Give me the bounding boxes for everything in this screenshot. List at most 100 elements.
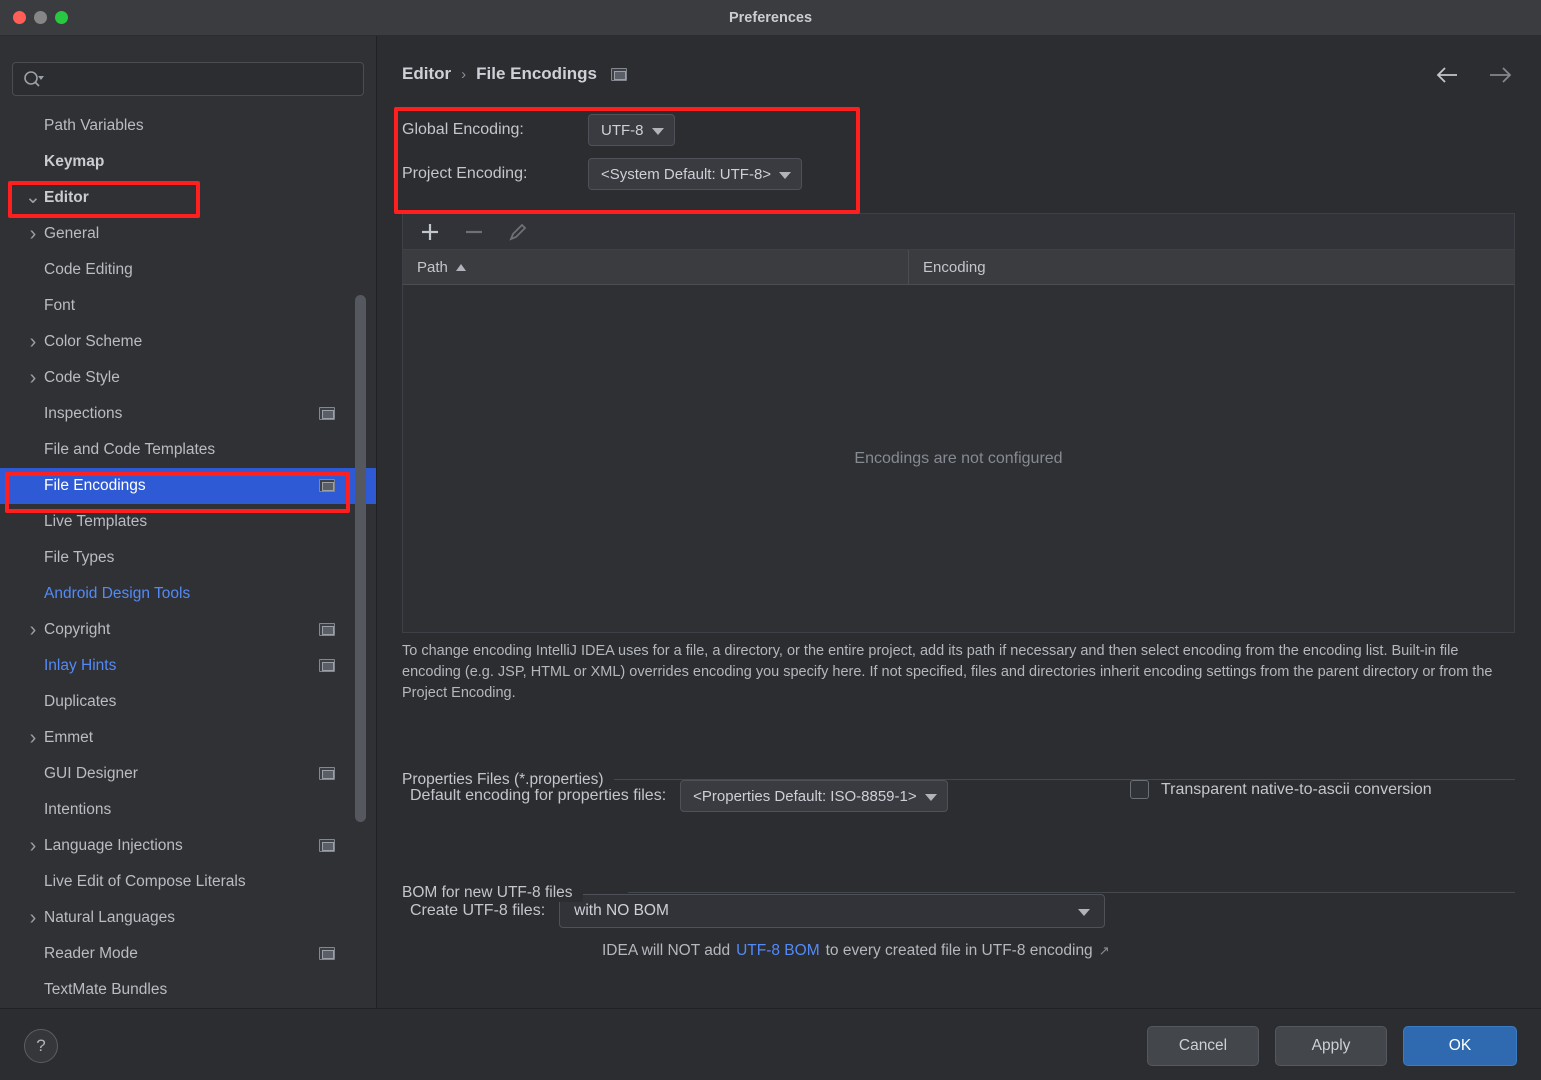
chevron-right-icon[interactable]: › xyxy=(22,728,44,748)
sidebar-item-duplicates[interactable]: Duplicates xyxy=(0,684,376,720)
create-utf8-files-value: with NO BOM xyxy=(574,902,669,919)
sidebar-item-reader-mode[interactable]: Reader Mode xyxy=(0,936,376,972)
sidebar-item-font[interactable]: Font xyxy=(0,288,376,324)
sidebar-item-intentions[interactable]: Intentions xyxy=(0,792,376,828)
search-input[interactable] xyxy=(53,63,355,95)
project-encoding-row: Project Encoding: <System Default: UTF-8… xyxy=(402,152,872,196)
sidebar-item-copyright[interactable]: › Copyright xyxy=(0,612,376,648)
edit-pencil-icon[interactable] xyxy=(507,221,529,243)
sidebar-item-label: Emmet xyxy=(44,729,94,746)
ok-button[interactable]: OK xyxy=(1403,1026,1517,1066)
sidebar-item-editor[interactable]: ⌄ Editor xyxy=(0,180,376,216)
remove-button-icon[interactable] xyxy=(463,221,485,243)
sidebar-item-label: Copyright xyxy=(44,621,111,638)
window-title: Preferences xyxy=(728,10,813,26)
breadcrumb-current: File Encodings xyxy=(476,64,598,83)
chevron-right-icon[interactable]: › xyxy=(22,620,44,640)
chevron-down-icon[interactable]: ⌄ xyxy=(22,188,44,207)
sidebar-item-android-design-tools[interactable]: Android Design Tools xyxy=(0,576,376,612)
sidebar-item-code-style[interactable]: › Code Style xyxy=(0,360,376,396)
sidebar-item-live-templates[interactable]: Live Templates xyxy=(0,504,376,540)
sidebar-item-natural-languages[interactable]: › Natural Languages xyxy=(0,900,376,936)
sidebar-item-inlay-hints[interactable]: Inlay Hints xyxy=(0,648,376,684)
sidebar-item-label: Font xyxy=(44,297,76,314)
bom-section-divider xyxy=(628,892,1515,893)
sidebar-item-file-types[interactable]: File Types xyxy=(0,540,376,576)
encodings-table-header: Path Encoding xyxy=(402,249,1515,285)
sidebar-item-label: Language Injections xyxy=(44,837,183,854)
settings-tree: Path Variables Keymap ⌄ Editor › General Code … xyxy=(0,108,376,1008)
apply-button[interactable]: Apply xyxy=(1275,1026,1387,1066)
create-utf8-files-dropdown[interactable]: with NO BOM xyxy=(559,894,1106,928)
chevron-right-icon[interactable]: › xyxy=(22,368,44,388)
sidebar-scrollbar-thumb[interactable] xyxy=(355,295,366,822)
forward-arrow-icon[interactable] xyxy=(1487,62,1513,88)
bom-note: IDEA will NOT add UTF-8 BOM to every cre… xyxy=(602,942,1110,960)
column-header-path-label: Path xyxy=(417,258,448,276)
default-properties-encoding-dropdown[interactable]: <Properties Default: ISO-8859-1> xyxy=(680,780,948,812)
encodings-table-body[interactable]: Encodings are not configured xyxy=(402,285,1515,633)
sidebar-item-label: Reader Mode xyxy=(44,945,138,962)
sidebar-item-label: General xyxy=(44,225,100,242)
chevron-right-icon[interactable]: › xyxy=(22,224,44,244)
dialog-footer: ? Cancel Apply OK xyxy=(0,1008,1541,1080)
sidebar-item-label: Color Scheme xyxy=(44,333,143,350)
settings-sidebar: Path Variables Keymap ⌄ Editor › General Code … xyxy=(0,36,377,1008)
sidebar-item-emmet[interactable]: › Emmet xyxy=(0,720,376,756)
sidebar-item-color-scheme[interactable]: › Color Scheme xyxy=(0,324,376,360)
sidebar-item-file-and-code-templates[interactable]: File and Code Templates xyxy=(0,432,376,468)
project-scope-badge-icon xyxy=(319,479,335,492)
column-header-path[interactable]: Path xyxy=(403,250,909,284)
project-encoding-dropdown[interactable]: <System Default: UTF-8> xyxy=(588,158,803,190)
chevron-down-icon xyxy=(1078,909,1091,916)
sidebar-item-keymap[interactable]: Keymap xyxy=(0,144,376,180)
sidebar-item-label: Editor xyxy=(44,189,89,206)
sidebar-item-label: Intentions xyxy=(44,801,112,818)
history-navigation xyxy=(1435,62,1513,88)
title-bar: Preferences xyxy=(0,0,1541,36)
transparent-conversion-label: Transparent native-to-ascii conversion xyxy=(1161,780,1432,798)
bom-note-link[interactable]: UTF-8 BOM xyxy=(736,942,820,960)
chevron-right-icon[interactable]: › xyxy=(22,836,44,856)
project-scope-badge-icon xyxy=(319,767,335,780)
search-field-wrapper xyxy=(12,62,364,96)
dialog-buttons: Cancel Apply OK xyxy=(1147,1026,1517,1066)
sidebar-item-inspections[interactable]: Inspections xyxy=(0,396,376,432)
project-encoding-label: Project Encoding: xyxy=(402,165,528,182)
project-encoding-value: <System Default: UTF-8> xyxy=(601,165,772,183)
chevron-right-icon[interactable]: › xyxy=(22,332,44,352)
help-button[interactable]: ? xyxy=(24,1029,58,1063)
encodings-table-toolbar xyxy=(402,213,1515,249)
project-scope-badge-icon xyxy=(319,839,335,852)
sidebar-item-textmate-bundles[interactable]: TextMate Bundles xyxy=(0,972,376,1008)
sidebar-item-label: File Types xyxy=(44,549,115,566)
transparent-conversion-checkbox[interactable] xyxy=(1130,780,1149,799)
sidebar-item-gui-designer[interactable]: GUI Designer xyxy=(0,756,376,792)
sidebar-item-label: Keymap xyxy=(44,153,105,170)
chevron-down-icon xyxy=(651,128,664,135)
back-arrow-icon[interactable] xyxy=(1435,62,1461,88)
global-encoding-value: UTF-8 xyxy=(601,121,644,139)
project-scope-badge-icon xyxy=(319,623,335,636)
sidebar-item-general[interactable]: › General xyxy=(0,216,376,252)
sidebar-item-label: TextMate Bundles xyxy=(44,981,168,998)
sidebar-item-live-edit-of-compose-literals[interactable]: Live Edit of Compose Literals xyxy=(0,864,376,900)
sidebar-item-file-encodings[interactable]: File Encodings xyxy=(0,468,376,504)
column-header-encoding-label: Encoding xyxy=(923,258,986,276)
breadcrumb-parent[interactable]: Editor xyxy=(402,64,451,84)
sidebar-item-label: Natural Languages xyxy=(44,909,175,926)
global-encoding-dropdown[interactable]: UTF-8 xyxy=(588,114,675,146)
add-button-icon[interactable] xyxy=(419,221,441,243)
sidebar-item-path-variables[interactable]: Path Variables xyxy=(0,108,376,144)
sidebar-item-label: Code Editing xyxy=(44,261,133,278)
sidebar-item-code-editing[interactable]: Code Editing xyxy=(0,252,376,288)
global-encoding-label: Global Encoding: xyxy=(402,121,524,138)
column-header-encoding[interactable]: Encoding xyxy=(909,250,1514,284)
chevron-right-icon[interactable]: › xyxy=(22,908,44,928)
bom-note-prefix: IDEA will NOT add xyxy=(602,942,731,959)
search-box[interactable] xyxy=(12,62,364,96)
transparent-conversion-row[interactable]: Transparent native-to-ascii conversion xyxy=(1130,780,1432,799)
sidebar-item-language-injections[interactable]: › Language Injections xyxy=(0,828,376,864)
create-utf8-files-label: Create UTF-8 files: xyxy=(410,902,546,919)
cancel-button[interactable]: Cancel xyxy=(1147,1026,1259,1066)
